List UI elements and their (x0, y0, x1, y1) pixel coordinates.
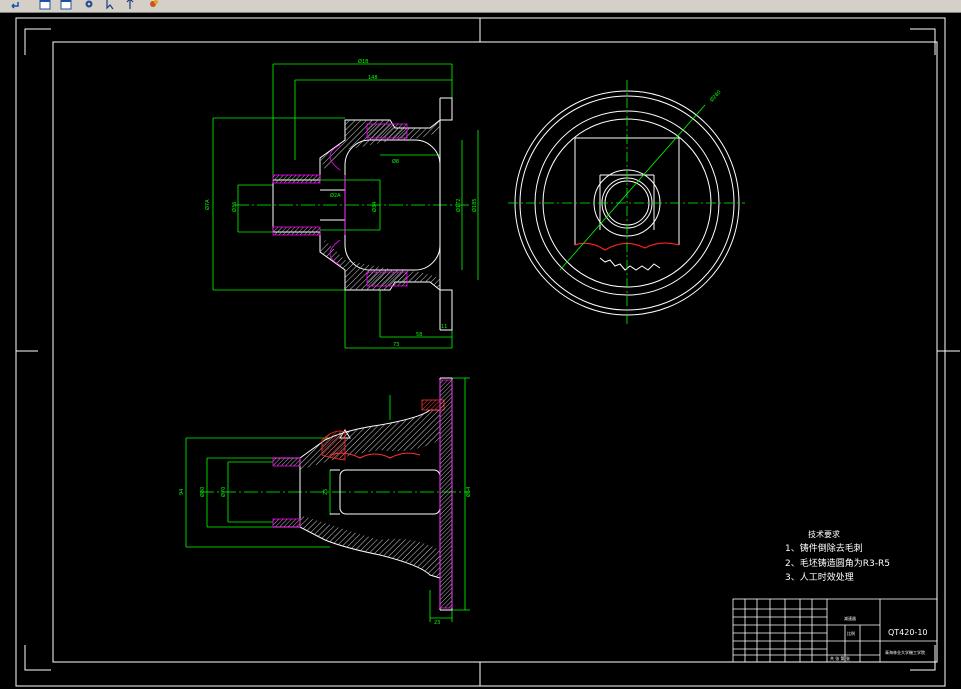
dim-section-bore2: Ø70 (220, 487, 227, 497)
note-item-3: 3、人工时效处理 (785, 571, 854, 583)
dim-overall-width: Ø1B (358, 58, 369, 65)
top-section-view: Ø1B 148 Ø7A Ø36 Ø2A Ø34 Ø172 Ø185 Ø8 73 … (204, 58, 479, 349)
note-item-2: 2、毛坯铸造圆角为R3-R5 (785, 557, 890, 569)
dim-bore-right: Ø34 (371, 202, 378, 212)
dim-section-flange-bottom: 23 (434, 620, 440, 626)
title-company: 青海林业大学機工学院 (885, 649, 925, 655)
dim-flange-thick: 11 (441, 324, 447, 330)
note-item-1: 1、铸件倒除去毛刺 (785, 542, 863, 554)
title-block: 减速器 QT420-10 青海林业大学機工学院 比例 共 张 第 张 (732, 598, 938, 663)
dim-height-left: Ø7A (204, 199, 211, 210)
window-icon[interactable] (38, 0, 52, 11)
dim-bore-left: Ø36 (231, 202, 238, 212)
notes-heading: 技术要求 (808, 529, 840, 539)
dim-section-inner: 25 (323, 489, 329, 495)
dim-flange-outer2: Ø185 (471, 199, 478, 212)
circular-view: Ø280 (508, 80, 745, 325)
dim-inner-width: 148 (368, 75, 378, 81)
gear-icon[interactable] (82, 0, 96, 11)
pointer-icon[interactable] (103, 0, 117, 11)
title-material: QT420-10 (888, 628, 928, 637)
title-scale-label: 比例 (847, 630, 855, 636)
bottom-section-view: 94 Ø80 Ø70 25 Ø54 23 (179, 377, 472, 626)
dim-section-bore1: Ø80 (199, 487, 206, 497)
dim-bottom-length2: 58 (416, 332, 422, 338)
window-icon[interactable] (59, 0, 73, 11)
dim-bore-mid: Ø2A (330, 192, 341, 199)
pan-icon[interactable] (123, 0, 137, 11)
drawing-frame (15, 17, 960, 687)
title-sheet-label: 共 张 第 张 (830, 655, 850, 661)
dim-section-flange-height: Ø54 (465, 487, 472, 497)
undo-arrow-icon[interactable] (9, 0, 23, 11)
title-part-name: 减速器 (844, 615, 856, 621)
toolbar (0, 0, 961, 13)
dim-top-inner: Ø8 (392, 158, 399, 165)
paint-icon[interactable] (147, 0, 161, 11)
dim-bottom-length: 73 (393, 342, 399, 348)
cad-drawing-canvas[interactable]: Ø1B 148 Ø7A Ø36 Ø2A Ø34 Ø172 Ø185 Ø8 73 … (0, 13, 961, 689)
dim-diameter: Ø280 (708, 89, 722, 104)
technical-notes: 技术要求 1、铸件倒除去毛刺 2、毛坯铸造圆角为R3-R5 3、人工时效处理 (785, 529, 890, 583)
drawing-svg: Ø1B 148 Ø7A Ø36 Ø2A Ø34 Ø172 Ø185 Ø8 73 … (15, 17, 960, 687)
dim-flange-outer: Ø172 (455, 199, 462, 212)
dim-section-height-left: 94 (179, 489, 185, 495)
